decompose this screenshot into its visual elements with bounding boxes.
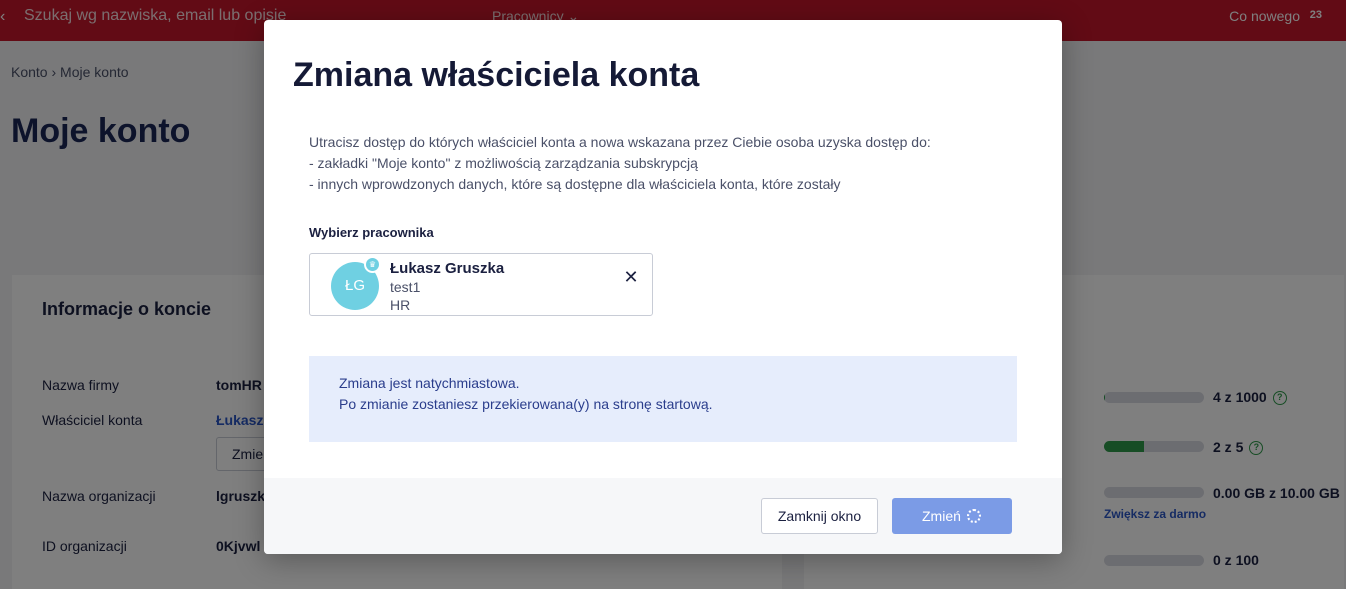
info-notice: Zmiana jest natychmiastowa. Po zmianie z… [309, 356, 1017, 442]
confirm-label: Zmień [922, 508, 961, 524]
confirm-change-button[interactable]: Zmień [892, 498, 1012, 534]
employee-position: test1 [390, 279, 421, 295]
employee-select[interactable]: ŁG ♛ Łukasz Gruszka test1 HR ✕ [309, 253, 653, 316]
employee-department: HR [390, 297, 411, 313]
notice-line: Zmiana jest natychmiastowa. [339, 375, 520, 391]
employee-field-label: Wybierz pracownika [309, 225, 434, 240]
change-owner-modal: Zmiana właściciela konta Utracisz dostęp… [264, 20, 1062, 554]
loading-spinner-icon [967, 509, 981, 523]
crown-icon: ♛ [364, 256, 381, 273]
modal-description: Utracisz dostęp do których właściciel ko… [309, 132, 1029, 195]
modal-footer: Zamknij okno Zmień [264, 478, 1062, 554]
modal-title: Zmiana właściciela konta [293, 56, 700, 94]
description-line: Utracisz dostęp do których właściciel ko… [309, 134, 931, 150]
description-line: - zakładki "Moje konto" z możliwością za… [309, 155, 698, 171]
close-button[interactable]: Zamknij okno [761, 498, 878, 534]
employee-name: Łukasz Gruszka [390, 260, 505, 277]
notice-line: Po zmianie zostaniesz przekierowana(y) n… [339, 396, 713, 412]
description-line: - innych wprowdzonych danych, które są d… [309, 176, 841, 192]
clear-icon[interactable]: ✕ [622, 268, 640, 286]
